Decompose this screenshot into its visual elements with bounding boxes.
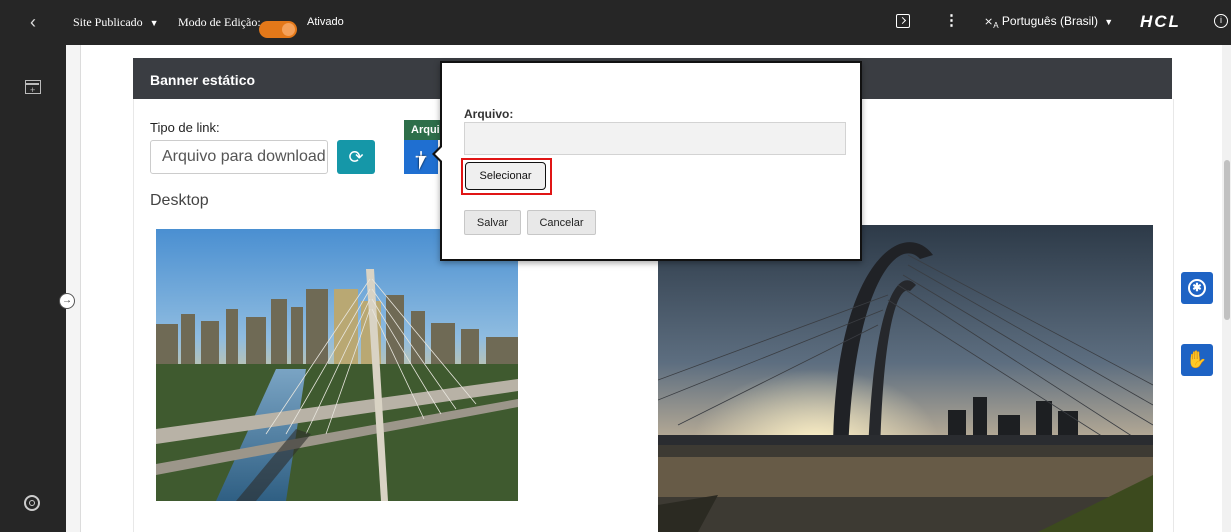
file-tag: Arqui [404, 120, 444, 140]
language-label: Português (Brasil) [1001, 14, 1098, 28]
accessibility-button[interactable]: ✱ [1181, 272, 1213, 304]
link-type-select[interactable]: Arquivo para download [150, 140, 328, 174]
cancel-button[interactable]: Cancelar [527, 210, 596, 235]
expand-panel-icon[interactable]: → [59, 293, 75, 309]
refresh-button[interactable]: ⟳ [337, 140, 375, 174]
site-status-dropdown[interactable]: Site Publicado ▼ [73, 15, 159, 30]
caret-down-icon: ▼ [1104, 17, 1114, 27]
dialog-pointer-inner [435, 147, 442, 161]
add-page-icon[interactable]: + [25, 80, 41, 95]
hcl-logo: HCL [1140, 12, 1181, 31]
file-field[interactable] [464, 122, 846, 155]
edit-mode-value: Ativado [307, 16, 344, 28]
mobile-banner-image [658, 225, 1153, 532]
language-selector[interactable]: ⨯A Português (Brasil) ▼ [984, 14, 1113, 30]
chevron-left-icon: ‹ [30, 12, 36, 32]
file-select-dialog: Arquivo: Selecionar Salvar Cancelar [432, 61, 862, 261]
preview-icon[interactable] [896, 14, 910, 28]
info-icon[interactable]: i [1214, 14, 1228, 28]
cursor-pointer-icon [419, 156, 426, 170]
help-lifebuoy-icon[interactable] [24, 495, 40, 511]
link-type-label: Tipo de link: [150, 120, 220, 135]
more-options-icon[interactable]: ⋮ [944, 13, 959, 28]
desktop-label: Desktop [150, 192, 209, 209]
desktop-banner-image [156, 229, 518, 501]
sign-language-icon: ✋ [1186, 350, 1208, 369]
back-button[interactable]: ‹ [0, 0, 66, 45]
site-status-label: Site Publicado [73, 15, 143, 29]
sign-language-button[interactable]: ✋ [1181, 344, 1213, 376]
edit-mode-label: Modo de Edição: [178, 15, 261, 29]
file-label: Arquivo: [464, 107, 514, 121]
banner-card-title: Banner estático [150, 72, 256, 88]
translate-icon: ⨯A [984, 16, 999, 31]
top-toolbar: ‹ Site Publicado ▼ Modo de Edição: Ativa… [0, 0, 1231, 45]
scrollbar-thumb[interactable] [1224, 160, 1230, 320]
caret-down-icon: ▼ [149, 18, 159, 28]
accessibility-icon: ✱ [1188, 279, 1206, 297]
save-button[interactable]: Salvar [464, 210, 521, 235]
side-panel-strip [66, 45, 81, 532]
select-file-button[interactable]: Selecionar [465, 162, 546, 190]
left-rail: + [0, 45, 66, 532]
edit-mode-toggle[interactable] [259, 21, 297, 38]
refresh-icon: ⟳ [348, 146, 364, 167]
